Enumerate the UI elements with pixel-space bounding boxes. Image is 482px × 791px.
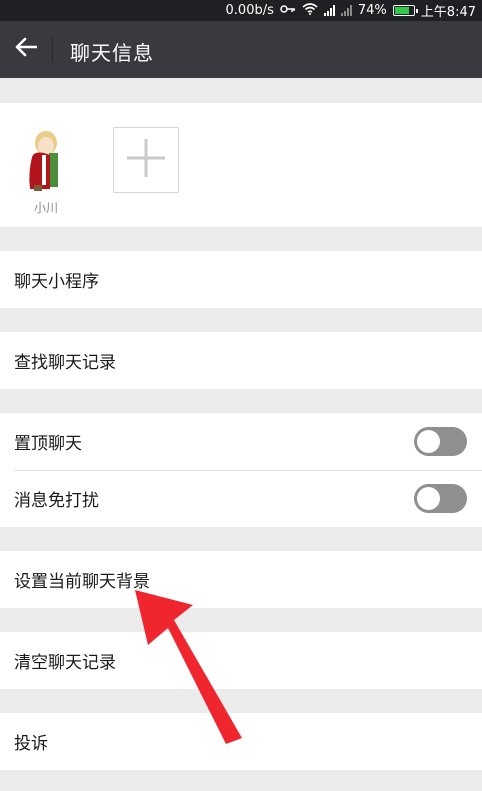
mute-notifications-toggle[interactable] xyxy=(414,484,467,513)
mute-notifications-label: 消息免打扰 xyxy=(14,491,99,511)
search-section: 查找聊天记录 xyxy=(0,332,482,389)
pin-chat-label: 置顶聊天 xyxy=(14,434,82,454)
wifi-icon xyxy=(302,2,318,19)
members-section: 小川 xyxy=(0,103,482,227)
toggle-section: 置顶聊天 消息免打扰 xyxy=(0,413,482,527)
mini-programs-label: 聊天小程序 xyxy=(14,272,99,292)
app-header: 聊天信息 xyxy=(0,21,482,78)
mute-notifications-row[interactable]: 消息免打扰 xyxy=(0,470,482,527)
signal-icon xyxy=(323,5,335,16)
clear-section: 清空聊天记录 xyxy=(0,632,482,689)
background-section: 设置当前聊天背景 xyxy=(0,551,482,608)
search-history-label: 查找聊天记录 xyxy=(14,353,116,373)
avatar xyxy=(12,127,78,193)
pin-chat-toggle[interactable] xyxy=(414,427,467,456)
status-bar: 0.00b/s 74% 上午8:47 xyxy=(0,0,482,21)
battery-icon xyxy=(392,5,418,16)
search-history-row[interactable]: 查找聊天记录 xyxy=(0,332,482,389)
network-speed: 0.00b/s xyxy=(225,3,274,18)
toggle-knob xyxy=(417,487,440,510)
toggle-knob xyxy=(417,430,440,453)
clear-history-label: 清空聊天记录 xyxy=(14,653,116,673)
mini-programs-row[interactable]: 聊天小程序 xyxy=(0,251,482,308)
back-button[interactable] xyxy=(6,29,46,69)
signal-secondary-icon xyxy=(340,5,352,16)
header-divider xyxy=(52,37,53,62)
report-section: 投诉 xyxy=(0,713,482,770)
set-background-row[interactable]: 设置当前聊天背景 xyxy=(0,551,482,608)
mini-programs-section: 聊天小程序 xyxy=(0,251,482,308)
plus-icon xyxy=(125,137,167,183)
member-name: 小川 xyxy=(33,201,58,215)
member-item[interactable]: 小川 xyxy=(12,127,80,216)
arrow-left-icon xyxy=(15,37,38,61)
pin-chat-row[interactable]: 置顶聊天 xyxy=(0,413,482,470)
avatar-illustration xyxy=(12,127,78,193)
set-background-label: 设置当前聊天背景 xyxy=(14,572,150,592)
page-title: 聊天信息 xyxy=(70,41,154,65)
clear-history-row[interactable]: 清空聊天记录 xyxy=(0,632,482,689)
add-member-button[interactable] xyxy=(113,127,179,193)
battery-percent: 74% xyxy=(357,3,387,18)
clock: 上午8:47 xyxy=(420,5,476,20)
report-row[interactable]: 投诉 xyxy=(0,713,482,770)
report-label: 投诉 xyxy=(14,734,48,754)
key-icon xyxy=(280,3,296,18)
